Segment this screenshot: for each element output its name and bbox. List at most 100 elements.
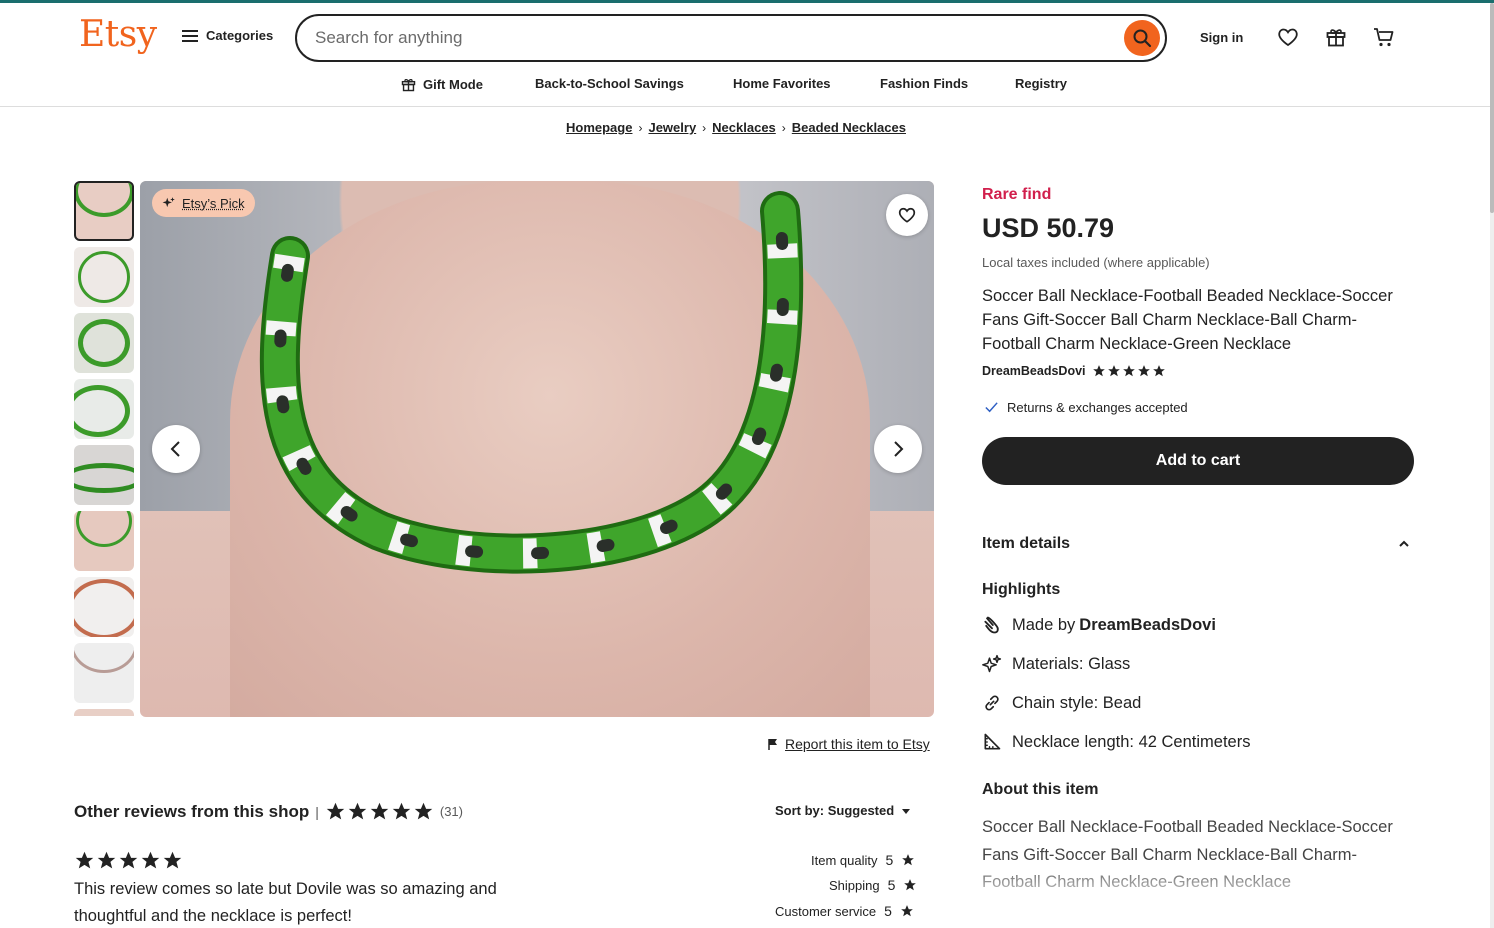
next-image-button[interactable] (874, 425, 922, 473)
thumbnail-5[interactable] (74, 445, 134, 505)
highlights-title: Highlights (982, 581, 1061, 598)
customer-service-value: 5 (884, 903, 892, 919)
highlight-necklace-length: Necklace length: 42 Centimeters (982, 732, 1250, 752)
star-icon (901, 905, 913, 917)
sort-label: Sort by: Suggested (775, 803, 895, 818)
item-quality-value: 5 (885, 852, 894, 868)
chain-style-text: Chain style: Bead (1012, 693, 1142, 712)
heart-icon (1278, 28, 1298, 47)
categories-label: Categories (206, 28, 274, 43)
chevron-right-icon (894, 441, 904, 457)
taxes-note: Local taxes included (where applicable) (982, 255, 1210, 270)
gift-icon (1326, 29, 1346, 47)
chevron-up-icon (1399, 540, 1409, 547)
sign-in-link[interactable]: Sign in (1200, 30, 1243, 45)
thumbnail-4[interactable] (74, 379, 134, 439)
thumbnail-1[interactable] (74, 181, 134, 241)
customer-service-rating: Customer service 5 (775, 903, 914, 919)
shipping-rating: Shipping 5 (829, 877, 917, 893)
favorites-button[interactable] (1276, 25, 1300, 49)
rare-find-label: Rare find (982, 186, 1052, 203)
about-title: About this item (982, 781, 1099, 798)
search-input[interactable] (315, 26, 1095, 50)
breadcrumb-necklaces[interactable]: Necklaces (712, 120, 776, 135)
previous-image-button[interactable] (152, 425, 200, 473)
sub-navigation: Gift Mode Back-to-School Savings Home Fa… (0, 66, 1490, 107)
etsy-logo[interactable]: Etsy (79, 14, 157, 55)
description-fade (982, 860, 1412, 900)
thumbnail-8[interactable] (74, 643, 134, 703)
shop-info: DreamBeadsDovi (982, 364, 1166, 378)
report-item-link[interactable]: Report this item to Etsy (767, 736, 930, 752)
cart-icon (1374, 28, 1394, 47)
materials-text: Materials: Glass (1012, 654, 1131, 673)
product-title: Soccer Ball Necklace-Football Beaded Nec… (982, 287, 1393, 353)
reviews-count: (31) (439, 804, 463, 819)
cart-button[interactable] (1372, 25, 1396, 49)
reviews-header: Other reviews from this shop | (31) (74, 801, 463, 822)
link-icon (985, 695, 999, 711)
sparkle-icon (982, 654, 1002, 673)
breadcrumb-jewelry[interactable]: Jewelry (648, 120, 696, 135)
scrollbar-thumb[interactable] (1490, 3, 1494, 213)
necklace-length-text: Necklace length: 42 Centimeters (1012, 732, 1251, 751)
reviews-rating-stars (325, 801, 434, 822)
highlight-chain-style: Chain style: Bead (982, 693, 1141, 713)
shipping-value: 5 (887, 877, 896, 893)
shipping-label: Shipping (829, 877, 880, 893)
search-button[interactable] (1124, 20, 1160, 56)
reviews-title: Other reviews from this shop (74, 801, 310, 821)
chevron-left-icon (170, 441, 180, 457)
check-icon (985, 402, 998, 413)
star-icon (902, 854, 915, 866)
product-image[interactable]: Etsy’s Pick (140, 181, 934, 717)
favorite-item-button[interactable] (886, 194, 928, 236)
thumbnail-2[interactable] (74, 247, 134, 307)
subnav-home-favorites[interactable]: Home Favorites (733, 76, 831, 91)
breadcrumb-homepage[interactable]: Homepage (566, 120, 632, 135)
categories-button[interactable]: Categories (182, 28, 273, 43)
chevron-right-icon: › (638, 120, 643, 135)
heart-icon (898, 207, 916, 223)
shop-rating-stars (1092, 364, 1166, 378)
thumbnail-3[interactable] (74, 313, 134, 373)
sort-reviews-dropdown[interactable]: Sort by: Suggested (775, 803, 912, 818)
add-to-cart-button[interactable]: Add to cart (982, 437, 1414, 485)
etsys-pick-badge[interactable]: Etsy’s Pick (152, 189, 255, 217)
breadcrumb: Homepage › Jewelry › Necklaces › Beaded … (566, 120, 906, 135)
item-details-toggle[interactable]: Item details (982, 535, 1410, 553)
item-quality-label: Item quality (811, 852, 878, 868)
page-scrollbar[interactable] (1490, 3, 1494, 928)
report-label: Report this item to Etsy (785, 736, 930, 752)
hand-wave-icon (984, 616, 999, 634)
sparkle-icon (162, 197, 175, 208)
subnav-back-to-school[interactable]: Back-to-School Savings (535, 76, 684, 91)
item-quality-rating: Item quality 5 (811, 852, 915, 868)
menu-icon (182, 29, 198, 42)
subnav-fashion-finds[interactable]: Fashion Finds (880, 76, 968, 91)
thumbnail-strip (74, 181, 134, 716)
subnav-gift-mode[interactable]: Gift Mode (400, 76, 483, 93)
reviews-separator: | (315, 803, 319, 820)
price: USD 50.79 (982, 213, 1115, 243)
made-by-shop-link[interactable]: DreamBeadsDovi (1079, 616, 1216, 635)
subnav-registry[interactable]: Registry (1015, 76, 1067, 91)
gift-icon (401, 78, 416, 92)
thumbnail-9[interactable] (74, 709, 134, 716)
caret-down-icon (902, 808, 911, 814)
breadcrumb-beaded-necklaces[interactable]: Beaded Necklaces (792, 120, 906, 135)
returns-info: Returns & exchanges accepted (984, 400, 1188, 415)
star-icon (904, 879, 917, 891)
chevron-right-icon: › (781, 120, 786, 135)
thumbnail-6[interactable] (74, 511, 134, 571)
shop-name-link[interactable]: DreamBeadsDovi (982, 364, 1086, 378)
returns-label: Returns & exchanges accepted (1007, 400, 1188, 415)
gift-button[interactable] (1324, 25, 1348, 49)
highlight-made-by: Made by DreamBeadsDovi (982, 615, 1216, 635)
search-bar[interactable] (295, 14, 1167, 62)
highlight-materials: Materials: Glass (982, 654, 1130, 674)
made-by-prefix: Made by (1012, 615, 1076, 634)
thumbnail-7[interactable] (74, 577, 134, 637)
review-rating-stars (74, 850, 183, 871)
badge-label: Etsy’s Pick (182, 195, 245, 211)
